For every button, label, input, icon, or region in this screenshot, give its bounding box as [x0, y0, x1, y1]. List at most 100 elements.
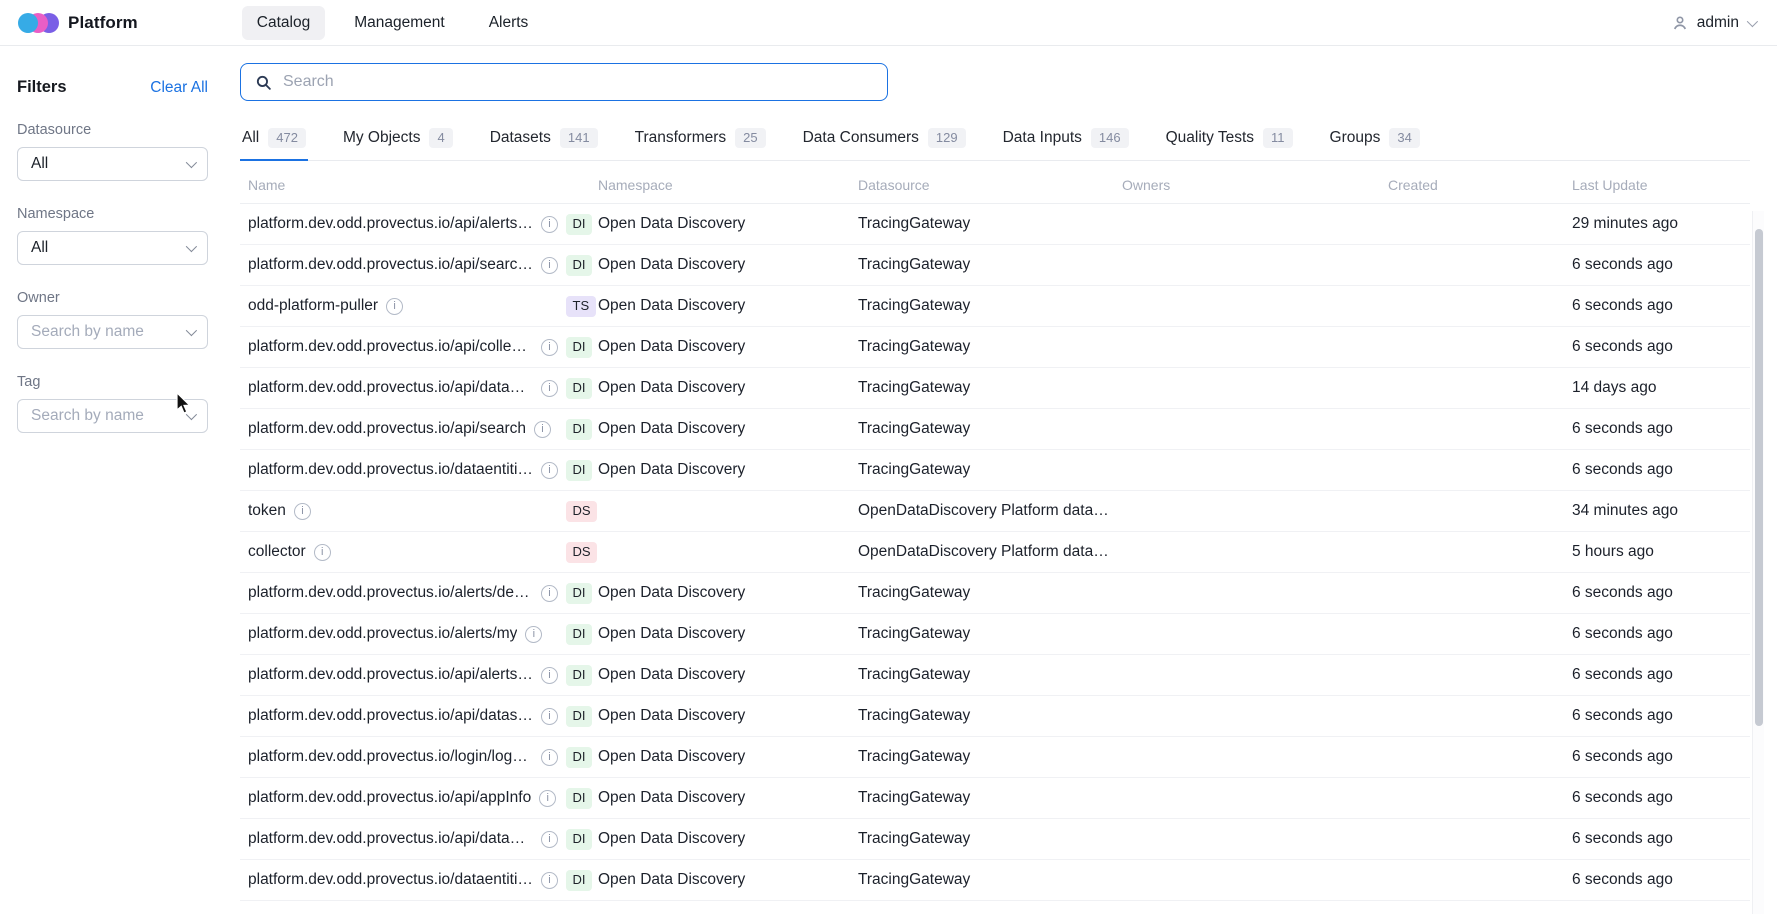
table-row[interactable]: platform.dev.odd.provectus.io/alerts/dep…: [240, 573, 1750, 614]
filter-group-tag: Tag Search by name: [17, 374, 208, 433]
info-icon[interactable]: i: [541, 831, 558, 848]
entity-name-link[interactable]: platform.dev.odd.provectus.io/alerts/my: [248, 625, 517, 643]
cell-namespace: Open Data Discovery: [598, 707, 858, 725]
filter-label: Owner: [17, 290, 208, 306]
entity-name-link[interactable]: platform.dev.odd.provectus.io/alerts/dep…: [248, 584, 533, 602]
chevron-down-icon: [186, 409, 197, 420]
info-icon[interactable]: i: [541, 872, 558, 889]
info-icon[interactable]: i: [541, 462, 558, 479]
table-row[interactable]: tokeniDSOpenDataDiscovery Platform datab…: [240, 491, 1750, 532]
entity-name-link[interactable]: platform.dev.odd.provectus.io/api/appInf…: [248, 789, 531, 807]
info-icon[interactable]: i: [534, 421, 551, 438]
table-row[interactable]: odd-platform-pulleriTSOpen Data Discover…: [240, 286, 1750, 327]
user-menu[interactable]: admin: [1671, 14, 1755, 32]
tab-count-badge: 141: [560, 128, 598, 148]
entity-name-link[interactable]: platform.dev.odd.provectus.io/api/search…: [248, 256, 533, 274]
table-row[interactable]: platform.dev.odd.provectus.io/api/search…: [240, 409, 1750, 450]
table-row[interactable]: platform.dev.odd.provectus.io/api/alerts…: [240, 204, 1750, 245]
entity-name-link[interactable]: platform.dev.odd.provectus.io/api/alerts…: [248, 666, 533, 684]
tab-transformers[interactable]: Transformers25: [633, 124, 768, 160]
selected-value: All: [31, 239, 48, 257]
tab-all[interactable]: All472: [240, 124, 308, 160]
table-row[interactable]: platform.dev.odd.provectus.io/login/logo…: [240, 737, 1750, 778]
entity-name-link[interactable]: platform.dev.odd.provectus.io/api/alerts…: [248, 215, 533, 233]
entity-name-link[interactable]: platform.dev.odd.provectus.io/login/logo…: [248, 748, 533, 766]
info-icon[interactable]: i: [314, 544, 331, 561]
entity-name-link[interactable]: platform.dev.odd.provectus.io/api/collec…: [248, 338, 533, 356]
cell-datasource: TracingGateway: [858, 748, 1122, 766]
search-input[interactable]: [283, 73, 873, 91]
chevron-down-icon: [186, 157, 197, 168]
cell-last-update: 6 seconds ago: [1572, 707, 1750, 725]
tab-data-consumers[interactable]: Data Consumers129: [801, 124, 968, 160]
entity-type-badge: DI: [566, 747, 592, 768]
tab-data-inputs[interactable]: Data Inputs146: [1001, 124, 1131, 160]
table-row[interactable]: platform.dev.odd.provectus.io/api/search…: [240, 245, 1750, 286]
clear-all-button[interactable]: Clear All: [150, 79, 208, 97]
info-icon[interactable]: i: [541, 749, 558, 766]
info-icon[interactable]: i: [541, 708, 558, 725]
entity-name-link[interactable]: platform.dev.odd.provectus.io/dataentiti…: [248, 871, 533, 889]
tag-search-select[interactable]: Search by name: [17, 399, 208, 433]
table-row[interactable]: platform.dev.odd.provectus.io/api/appInf…: [240, 778, 1750, 819]
info-icon[interactable]: i: [541, 339, 558, 356]
table-row[interactable]: platform.dev.odd.provectus.io/alerts/my i…: [240, 614, 1750, 655]
entity-name-link[interactable]: platform.dev.odd.provectus.io/api/dataen…: [248, 830, 533, 848]
placeholder-text: Search by name: [31, 407, 144, 425]
cell-datasource: TracingGateway: [858, 830, 1122, 848]
table-row[interactable]: platform.dev.odd.provectus.io/api/dataen…: [240, 368, 1750, 409]
chevron-down-icon: [186, 241, 197, 252]
app-logo[interactable]: Platform: [18, 13, 138, 33]
nav-item-alerts[interactable]: Alerts: [474, 6, 544, 40]
cell-datasource: TracingGateway: [858, 420, 1122, 438]
entity-type-badge: DI: [566, 255, 592, 276]
tab-quality-tests[interactable]: Quality Tests11: [1164, 124, 1295, 160]
info-icon[interactable]: i: [539, 790, 556, 807]
info-icon[interactable]: i: [294, 503, 311, 520]
table-row[interactable]: platform.dev.odd.provectus.io/dataentiti…: [240, 450, 1750, 491]
table-row[interactable]: platform.dev.odd.provectus.io/api/dataso…: [240, 696, 1750, 737]
table-row[interactable]: collectoriDSOpenDataDiscovery Platform d…: [240, 532, 1750, 573]
nav-item-management[interactable]: Management: [339, 6, 459, 40]
filter-label: Tag: [17, 374, 208, 390]
tab-groups[interactable]: Groups34: [1328, 124, 1422, 160]
cell-name: platform.dev.odd.provectus.io/api/appInf…: [248, 788, 598, 809]
info-icon[interactable]: i: [541, 585, 558, 602]
cell-name: platform.dev.odd.provectus.io/dataentiti…: [248, 870, 598, 891]
cell-namespace: Open Data Discovery: [598, 420, 858, 438]
search-bar: [240, 63, 888, 101]
table-row[interactable]: platform.dev.odd.provectus.io/dataentiti…: [240, 860, 1750, 901]
info-icon[interactable]: i: [541, 380, 558, 397]
cell-name: platform.dev.odd.provectus.io/api/collec…: [248, 337, 598, 358]
table-row[interactable]: platform.dev.odd.provectus.io/api/collec…: [240, 327, 1750, 368]
app-title: Platform: [68, 13, 138, 33]
entity-name-link[interactable]: odd-platform-puller: [248, 297, 378, 315]
cell-datasource: TracingGateway: [858, 707, 1122, 725]
tab-datasets[interactable]: Datasets141: [488, 124, 600, 160]
owner-search-select[interactable]: Search by name: [17, 315, 208, 349]
entity-name-link[interactable]: platform.dev.odd.provectus.io/api/search: [248, 420, 526, 438]
scrollbar-thumb[interactable]: [1755, 229, 1763, 726]
entity-name-link[interactable]: platform.dev.odd.provectus.io/api/dataen…: [248, 379, 533, 397]
table-row[interactable]: platform.dev.odd.provectus.io/api/dataen…: [240, 819, 1750, 860]
info-icon[interactable]: i: [541, 216, 558, 233]
tab-my-objects[interactable]: My Objects4: [341, 124, 455, 160]
nav-item-catalog[interactable]: Catalog: [242, 6, 325, 40]
info-icon[interactable]: i: [541, 667, 558, 684]
cell-name: platform.dev.odd.provectus.io/api/dataen…: [248, 378, 598, 399]
datasource-select[interactable]: All: [17, 147, 208, 181]
cell-namespace: Open Data Discovery: [598, 584, 858, 602]
info-icon[interactable]: i: [386, 298, 403, 315]
entity-name-link[interactable]: collector: [248, 543, 306, 561]
info-icon[interactable]: i: [525, 626, 542, 643]
cell-namespace: Open Data Discovery: [598, 215, 858, 233]
namespace-select[interactable]: All: [17, 231, 208, 265]
filter-group-namespace: Namespace All: [17, 206, 208, 265]
entity-name-link[interactable]: platform.dev.odd.provectus.io/api/dataso…: [248, 707, 533, 725]
main-nav: Catalog Management Alerts: [242, 6, 544, 40]
info-icon[interactable]: i: [541, 257, 558, 274]
cell-name: platform.dev.odd.provectus.io/api/dataso…: [248, 706, 598, 727]
entity-name-link[interactable]: token: [248, 502, 286, 520]
entity-name-link[interactable]: platform.dev.odd.provectus.io/dataentiti…: [248, 461, 533, 479]
table-row[interactable]: platform.dev.odd.provectus.io/api/alerts…: [240, 655, 1750, 696]
